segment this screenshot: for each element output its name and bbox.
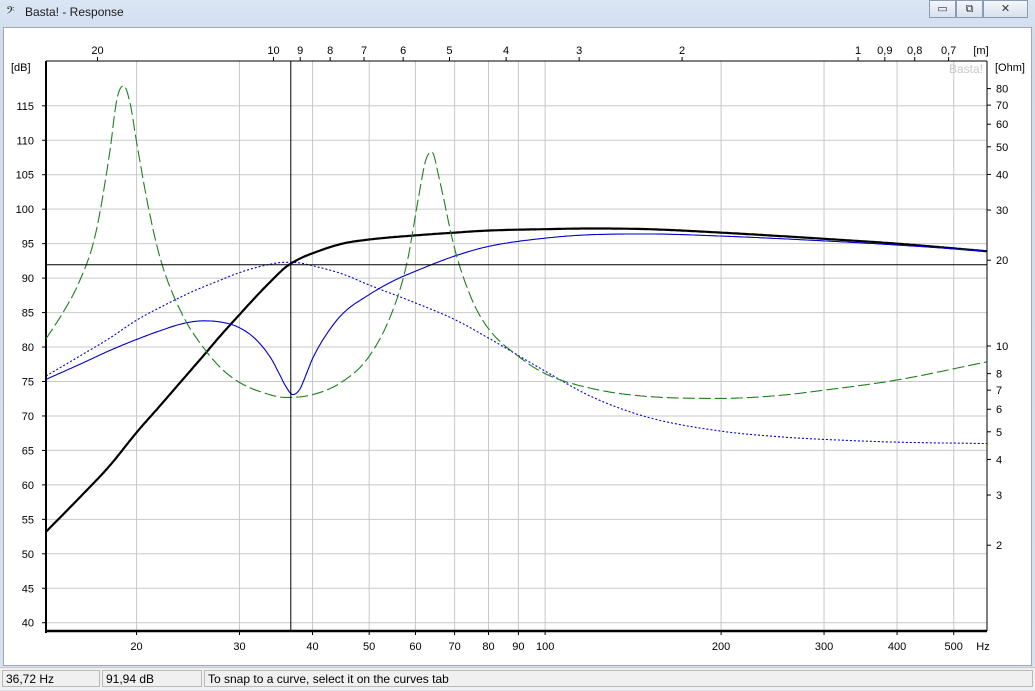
x-tick-label: 500 <box>945 641 963 653</box>
top-tick-label: 6 <box>400 45 406 57</box>
close-icon: ✕ <box>1000 3 1011 15</box>
y2-tick-label: 40 <box>996 169 1008 181</box>
x-tick-label: 70 <box>448 641 460 653</box>
y-tick-label: 55 <box>22 514 34 526</box>
restore-icon: ⧉ <box>965 3 974 15</box>
x-tick-label: 300 <box>815 641 833 653</box>
y2-tick-label: 7 <box>996 385 1002 397</box>
status-hint: To snap to a curve, select it on the cur… <box>204 670 1033 687</box>
y2-tick-label: 8 <box>996 369 1002 381</box>
y2-unit-label: [Ohm] <box>995 62 1025 74</box>
y-tick-label: 95 <box>22 239 34 251</box>
top-tick-label: 7 <box>361 45 367 57</box>
status-frequency: 36,72 Hz <box>2 670 100 687</box>
top-tick-label: 5 <box>446 45 452 57</box>
y-tick-label: 100 <box>16 204 34 216</box>
y2-tick-label: 6 <box>996 404 1002 416</box>
y2-tick-label: 50 <box>996 142 1008 154</box>
x-tick-label: 50 <box>363 641 375 653</box>
top-tick-label: 3 <box>576 45 582 57</box>
minimize-icon: ▭ <box>937 3 948 15</box>
x-tick-label: 80 <box>482 641 494 653</box>
y2-tick-label: 4 <box>996 454 1002 466</box>
bass-clef-icon: 𝄢 <box>6 5 15 20</box>
y-tick-label: 65 <box>22 445 34 457</box>
top-tick-label: 9 <box>297 45 303 57</box>
close-button[interactable]: ✕ <box>983 0 1028 18</box>
top-unit-label: [m] <box>973 45 988 57</box>
top-tick-label: 8 <box>327 45 333 57</box>
top-tick-label: 0,7 <box>941 45 956 57</box>
y2-tick-label: 2 <box>996 540 1002 552</box>
window-title: Basta! - Response <box>25 5 124 19</box>
y-tick-label: 90 <box>22 273 34 285</box>
top-tick-label: 0,8 <box>907 45 922 57</box>
top-tick-label: 0,9 <box>877 45 892 57</box>
y-tick-label: 110 <box>16 135 34 147</box>
x-unit-label: Hz <box>976 641 989 653</box>
y-tick-label: 85 <box>22 308 34 320</box>
y-tick-label: 115 <box>16 101 34 113</box>
y2-tick-label: 5 <box>996 427 1002 439</box>
y2-tick-label: 80 <box>996 84 1008 96</box>
top-tick-label: 4 <box>503 45 509 57</box>
top-tick-label: 20 <box>91 45 103 57</box>
y-tick-label: 80 <box>22 342 34 354</box>
y-tick-label: 70 <box>22 411 34 423</box>
y2-tick-label: 70 <box>996 100 1008 112</box>
y2-tick-label: 60 <box>996 119 1008 131</box>
y-tick-label: 105 <box>16 170 34 182</box>
title-bar[interactable]: 𝄢 Basta! - Response ▭ ⧉ ✕ <box>0 0 1035 26</box>
x-tick-label: 20 <box>130 641 142 653</box>
x-tick-label: 200 <box>712 641 730 653</box>
y-tick-label: 75 <box>22 376 34 388</box>
x-tick-label: 400 <box>888 641 906 653</box>
y-tick-label: 40 <box>22 618 34 630</box>
x-tick-label: 30 <box>233 641 245 653</box>
x-tick-label: 90 <box>512 641 524 653</box>
x-tick-label: 100 <box>536 641 554 653</box>
minimize-button[interactable]: ▭ <box>929 0 956 18</box>
y-tick-label: 50 <box>22 549 34 561</box>
x-tick-label: 40 <box>306 641 318 653</box>
top-tick-label: 1 <box>855 45 861 57</box>
watermark-label: Basta! <box>949 62 983 76</box>
restore-button[interactable]: ⧉ <box>956 0 983 18</box>
x-tick-label: 60 <box>409 641 421 653</box>
y-unit-label: [dB] <box>11 62 31 74</box>
y-tick-label: 45 <box>22 583 34 595</box>
status-level: 91,94 dB <box>102 670 202 687</box>
response-chart[interactable]: 20 30 40 50 60 70 80 90 100 200 300 400 500 Hz4045505… <box>4 28 1031 665</box>
plot-area <box>46 61 987 631</box>
y2-tick-label: 30 <box>996 205 1008 217</box>
y2-tick-label: 3 <box>996 490 1002 502</box>
top-tick-label: 2 <box>679 45 685 57</box>
y2-tick-label: 20 <box>996 255 1008 267</box>
y-tick-label: 60 <box>22 480 34 492</box>
top-tick-label: 10 <box>267 45 279 57</box>
status-bar: 36,72 Hz 91,94 dB To snap to a curve, se… <box>0 667 1035 690</box>
application-window: 𝄢 Basta! - Response ▭ ⧉ ✕ 20 30 40 50 60 70 80… <box>0 0 1035 691</box>
y2-tick-label: 10 <box>996 341 1008 353</box>
